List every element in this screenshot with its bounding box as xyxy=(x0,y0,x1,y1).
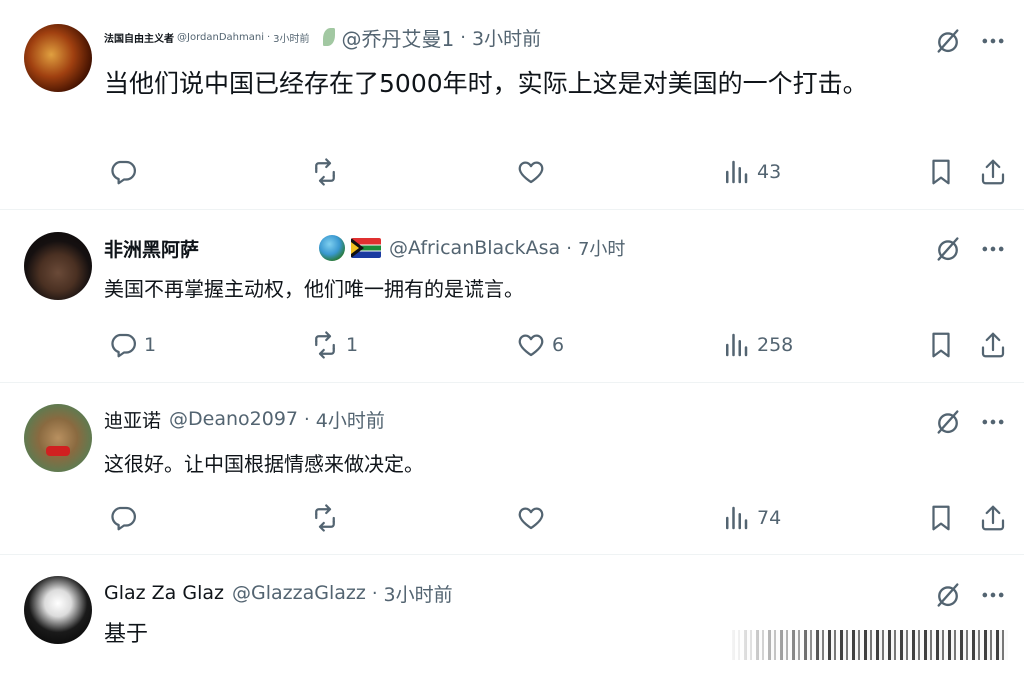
more-icon[interactable] xyxy=(978,27,1008,55)
bookmark-icon xyxy=(926,157,956,187)
repost-button[interactable]: 1 xyxy=(310,327,358,363)
repost-button[interactable] xyxy=(310,500,346,536)
post-header: 迪亚诺 @Deano2097 · 4小时前 xyxy=(104,404,385,434)
author-handle[interactable]: @GlazzaGlazz xyxy=(232,582,366,604)
views-icon xyxy=(721,330,751,360)
post-text: 美国不再掌握主动权，他们唯一拥有的是谎言。 xyxy=(104,277,524,301)
like-count: 6 xyxy=(552,334,565,356)
post-time[interactable]: 7小时 xyxy=(578,235,625,261)
bookmark-button[interactable] xyxy=(926,500,956,536)
leaf-icon xyxy=(320,26,338,48)
post-text: 这很好。让中国根据情感来做决定。 xyxy=(104,452,424,476)
post-time[interactable]: 4小时前 xyxy=(316,406,385,433)
south-africa-flag-icon xyxy=(351,238,382,258)
repost-icon xyxy=(310,330,340,360)
avatar[interactable] xyxy=(24,576,92,644)
heart-icon xyxy=(516,157,546,187)
dog-collar xyxy=(46,446,70,456)
reply-icon xyxy=(108,330,138,360)
post-time[interactable]: 3小时前 xyxy=(384,580,453,607)
post-text: 当他们说中国已经存在了5000年时，实际上这是对美国的一个打击。 xyxy=(104,69,868,98)
share-icon xyxy=(978,157,1008,187)
post-header: 非洲黑阿萨 @AfricanBlackAsa · 7小时 xyxy=(104,233,625,263)
share-button[interactable] xyxy=(978,327,1008,363)
post[interactable]: 法国自由主义者 @JordanDahmani · 3小时前 @乔丹艾曼1 · 3… xyxy=(0,0,1024,210)
avatar[interactable] xyxy=(24,404,92,472)
post-time[interactable]: 3小时前 xyxy=(273,30,309,45)
more-icon[interactable] xyxy=(978,408,1008,436)
bookmark-button[interactable] xyxy=(926,154,956,190)
post[interactable]: Glaz Za Glaz @GlazzaGlazz · 3小时前 基于 xyxy=(0,556,1024,676)
repost-button[interactable] xyxy=(310,154,346,190)
share-icon xyxy=(978,330,1008,360)
post-text: 基于 xyxy=(104,622,149,647)
separator-dot: · xyxy=(266,31,271,43)
author-handle[interactable]: @JordanDahmani xyxy=(177,32,264,43)
like-button[interactable] xyxy=(516,500,552,536)
views-count: 43 xyxy=(757,161,782,183)
views-icon xyxy=(721,157,751,187)
views-count: 74 xyxy=(757,507,782,529)
avatar[interactable] xyxy=(24,24,92,92)
heart-icon xyxy=(516,503,546,533)
bookmark-icon xyxy=(926,503,956,533)
reply-button[interactable] xyxy=(108,154,144,190)
author-handle[interactable]: @AfricanBlackAsa xyxy=(389,237,560,259)
views-count: 258 xyxy=(757,334,794,356)
author-name[interactable]: 迪亚诺 xyxy=(104,406,161,433)
bookmark-button[interactable] xyxy=(926,327,956,363)
share-button[interactable] xyxy=(978,500,1008,536)
action-bar: 1 1 6 258 xyxy=(0,327,1024,363)
views-icon xyxy=(721,503,751,533)
quoted-handle[interactable]: @乔丹艾曼1 xyxy=(342,23,455,52)
grok-icon[interactable] xyxy=(934,27,962,55)
separator-dot: · xyxy=(460,26,466,48)
reply-button[interactable]: 1 xyxy=(108,327,156,363)
heart-icon xyxy=(516,330,546,360)
post[interactable]: 非洲黑阿萨 @AfricanBlackAsa · 7小时 美国不再掌握主动权，他… xyxy=(0,211,1024,383)
reply-count: 1 xyxy=(144,334,157,356)
post[interactable]: 迪亚诺 @Deano2097 · 4小时前 这很好。让中国根据情感来做决定。 7… xyxy=(0,384,1024,555)
repost-icon xyxy=(310,503,340,533)
author-name[interactable]: 非洲黑阿萨 xyxy=(104,235,199,262)
views-button[interactable]: 74 xyxy=(721,500,781,536)
like-button[interactable] xyxy=(516,154,552,190)
share-icon xyxy=(978,503,1008,533)
separator-dot: · xyxy=(371,582,378,604)
like-button[interactable]: 6 xyxy=(516,327,564,363)
more-icon[interactable] xyxy=(978,235,1008,263)
repost-count: 1 xyxy=(346,334,359,356)
share-button[interactable] xyxy=(978,154,1008,190)
author-handle[interactable]: @Deano2097 xyxy=(169,408,298,430)
post-header: Glaz Za Glaz @GlazzaGlazz · 3小时前 xyxy=(104,578,453,608)
reply-button[interactable] xyxy=(108,500,144,536)
grok-icon[interactable] xyxy=(934,235,962,263)
reply-icon xyxy=(108,503,138,533)
globe-icon xyxy=(319,235,346,261)
avatar[interactable] xyxy=(24,232,92,300)
author-name[interactable]: Glaz Za Glaz xyxy=(104,582,224,604)
action-bar: 74 xyxy=(0,500,1024,536)
views-button[interactable]: 43 xyxy=(721,154,781,190)
bookmark-icon xyxy=(926,330,956,360)
views-button[interactable]: 258 xyxy=(721,327,793,363)
quoted-time[interactable]: 3小时前 xyxy=(472,24,541,51)
repost-icon xyxy=(310,157,340,187)
watermark-fade xyxy=(732,630,1008,660)
grok-icon[interactable] xyxy=(934,408,962,436)
action-bar: 43 xyxy=(0,154,1024,190)
post-header: 法国自由主义者 @JordanDahmani · 3小时前 @乔丹艾曼1 · 3… xyxy=(104,22,541,52)
separator-dot: · xyxy=(566,237,572,259)
grok-icon[interactable] xyxy=(934,581,962,609)
author-name[interactable]: 法国自由主义者 xyxy=(104,30,174,45)
more-icon[interactable] xyxy=(978,581,1008,609)
separator-dot: · xyxy=(304,408,310,430)
reply-icon xyxy=(108,157,138,187)
